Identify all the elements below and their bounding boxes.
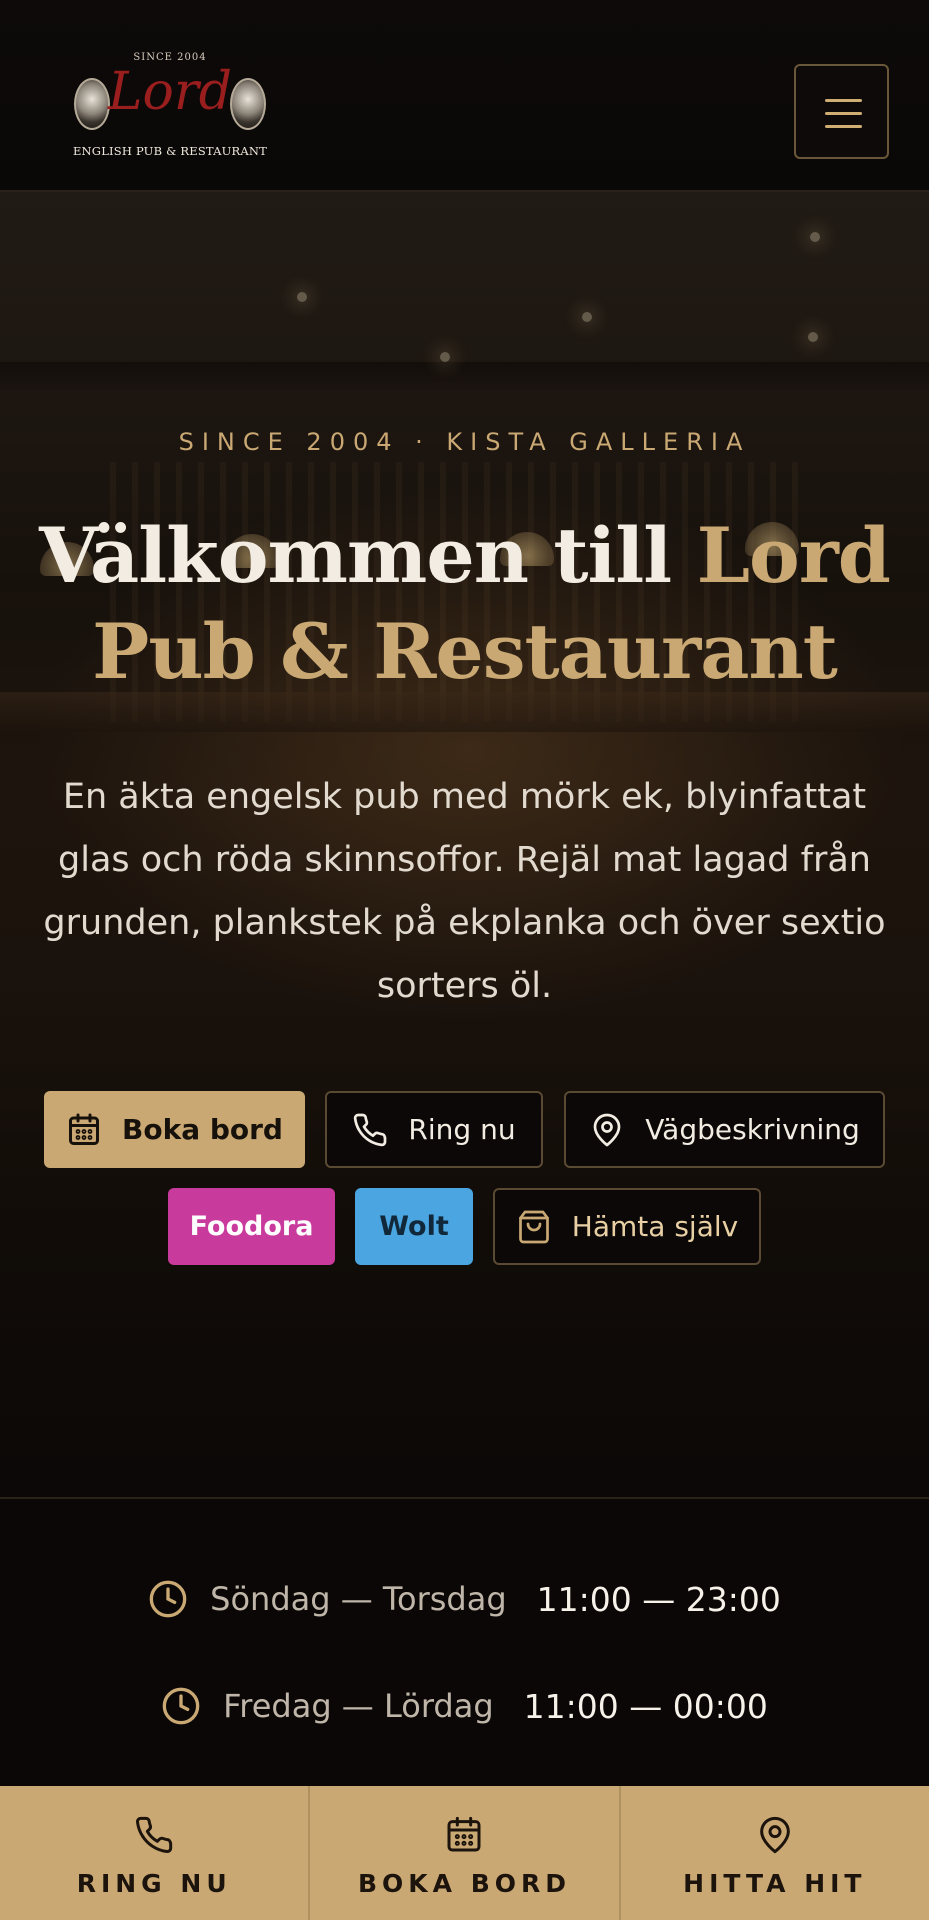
hamburger-icon <box>825 112 862 115</box>
ceiling-light-icon <box>582 312 592 322</box>
clock-icon <box>162 1687 200 1725</box>
clock-icon <box>149 1580 187 1618</box>
page-title: Välkommen till Lord Pub & Restaurant <box>0 508 929 700</box>
menu-button[interactable] <box>794 64 889 159</box>
hours-row: Söndag — Torsdag 11:00 — 23:00 <box>0 1579 929 1619</box>
hamburger-icon <box>825 125 862 128</box>
map-pin-icon <box>759 1816 790 1853</box>
logo-tagline: ENGLISH PUB & RESTAURANT <box>72 144 268 158</box>
hours-days: Söndag — Torsdag <box>210 1580 507 1618</box>
hours-time: 11:00 — 00:00 <box>523 1686 768 1726</box>
hours-days: Fredag — Lördag <box>223 1687 494 1725</box>
shopping-bag-icon <box>518 1210 549 1243</box>
bottom-action-bar: RING NU BOKA BORD HITTA HIT <box>0 1786 929 1920</box>
site-header: SINCE 2004 Lord ENGLISH PUB & RESTAURANT <box>0 0 929 192</box>
bottom-call-button[interactable]: RING NU <box>0 1786 311 1920</box>
ceiling-light-icon <box>808 332 818 342</box>
ceiling-light-icon <box>297 292 307 302</box>
bottom-book-button[interactable]: BOKA BORD <box>310 1786 621 1920</box>
directions-button[interactable]: Vägbeskrivning <box>564 1091 885 1168</box>
opening-hours: Söndag — Torsdag 11:00 — 23:00 Fredag — … <box>0 1499 929 1786</box>
phone-icon <box>354 1113 387 1146</box>
hours-time: 11:00 — 23:00 <box>536 1579 781 1619</box>
hero-section: SINCE 2004 · KISTA GALLERIA Välkommen ti… <box>0 192 929 1499</box>
foodora-button[interactable]: Foodora <box>168 1188 335 1265</box>
pickup-button[interactable]: Hämta själv <box>493 1188 761 1265</box>
bottom-find-button[interactable]: HITTA HIT <box>621 1786 929 1920</box>
ceiling-light-icon <box>810 232 820 242</box>
bottom-find-label: HITTA HIT <box>683 1868 867 1898</box>
call-now-button[interactable]: Ring nu <box>325 1091 543 1168</box>
calendar-icon <box>69 1113 99 1145</box>
bottom-call-label: RING NU <box>76 1868 232 1898</box>
pickup-label: Hämta själv <box>571 1210 739 1243</box>
title-text: Välkommen till <box>39 511 697 600</box>
bottom-book-label: BOKA BORD <box>357 1868 572 1898</box>
wolt-button[interactable]: Wolt <box>355 1188 473 1265</box>
phone-icon <box>136 1816 173 1853</box>
book-table-label: Boka bord <box>122 1113 283 1146</box>
foodora-label: Foodora <box>189 1211 314 1242</box>
hours-row: Fredag — Lördag 11:00 — 00:00 <box>0 1686 929 1726</box>
call-now-label: Ring nu <box>408 1113 516 1146</box>
book-table-button[interactable]: Boka bord <box>44 1091 305 1168</box>
calendar-icon <box>447 1816 481 1851</box>
ceiling-light-icon <box>440 352 450 362</box>
hero-intro: En äkta engelsk pub med mörk ek, blyinfa… <box>43 777 886 1006</box>
map-pin-icon <box>593 1113 621 1146</box>
hamburger-icon <box>825 99 862 102</box>
hero-background-beam <box>0 362 929 390</box>
logo[interactable]: SINCE 2004 Lord ENGLISH PUB & RESTAURANT <box>70 52 270 162</box>
wolt-label: Wolt <box>379 1211 449 1242</box>
logo-portrait-right-icon <box>230 78 266 130</box>
hero-eyebrow: SINCE 2004 · KISTA GALLERIA <box>178 428 751 456</box>
directions-label: Vägbeskrivning <box>645 1113 860 1146</box>
